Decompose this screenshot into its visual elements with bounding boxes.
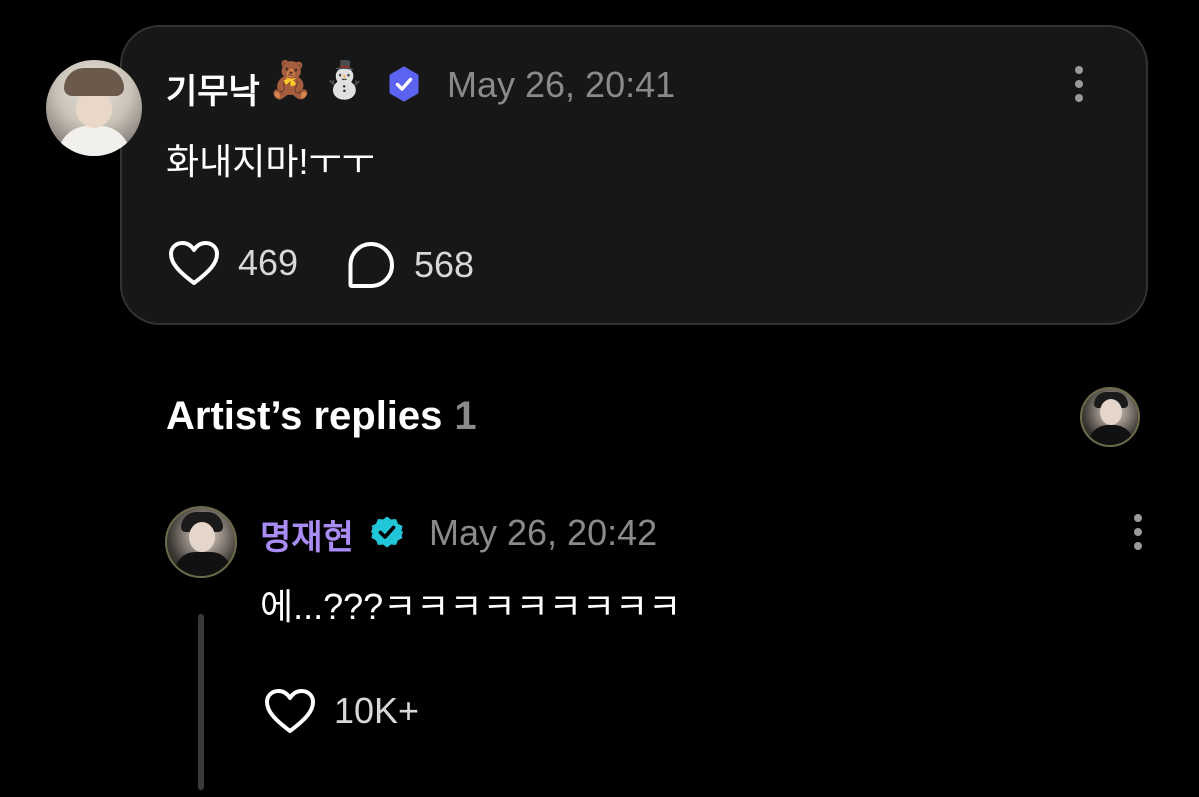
artist-profile-avatar[interactable] xyxy=(1080,387,1140,447)
reply-author-name[interactable]: 명재현 xyxy=(260,510,354,559)
reply-more-options-icon[interactable] xyxy=(1133,514,1143,550)
post-more-options-icon[interactable] xyxy=(1074,66,1084,102)
post-like-count: 469 xyxy=(238,242,299,283)
reply-timestamp: May 26, 20:42 xyxy=(429,512,658,553)
post-comment-button[interactable]: 568 xyxy=(346,240,474,290)
post-like-button[interactable]: 469 xyxy=(168,240,298,286)
post-author-name[interactable]: 기무낙 xyxy=(166,64,260,113)
reply-like-button[interactable]: 10K+ xyxy=(264,688,419,734)
reply-like-count: 10K+ xyxy=(334,690,420,731)
verified-badge-icon xyxy=(389,66,419,102)
reply-author-avatar[interactable] xyxy=(165,506,237,578)
snowman-emoji: ⛄ xyxy=(322,59,367,100)
post-timestamp: May 26, 20:41 xyxy=(447,64,676,105)
comment-bubble-icon xyxy=(348,242,394,288)
artist-verified-badge-icon xyxy=(371,516,403,548)
artist-replies-count: 1 xyxy=(454,394,477,438)
post-body-text: 화내지마!ㅜㅜ xyxy=(166,141,375,182)
post-author-avatar[interactable] xyxy=(46,60,142,156)
post-comment-count: 568 xyxy=(414,244,475,285)
reply-body-text: 에...???ㅋㅋㅋㅋㅋㅋㅋㅋㅋ xyxy=(260,586,682,627)
artist-replies-heading: Artist’s replies 1 xyxy=(166,394,477,439)
teddy-bear-emoji: 🧸 xyxy=(268,59,313,100)
artist-replies-title: Artist’s replies xyxy=(166,394,443,438)
thread-line xyxy=(198,614,204,790)
heart-icon xyxy=(169,241,219,285)
heart-icon xyxy=(265,689,315,733)
